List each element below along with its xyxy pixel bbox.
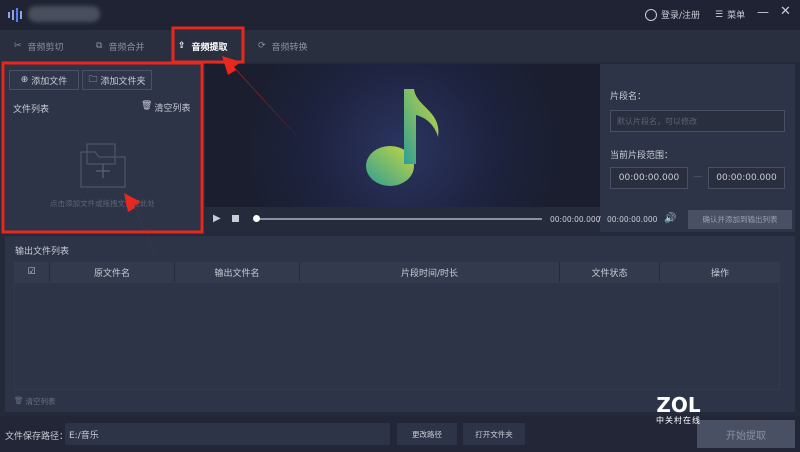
menu-label: 菜单 (727, 11, 746, 21)
tab-label: 音频转换 (271, 42, 308, 53)
progress-slider[interactable] (255, 218, 542, 220)
plus-circle-icon: ⊕ (20, 75, 29, 85)
clear-output-label: 清空列表 (25, 397, 56, 406)
tab-audio-merge[interactable]: ⧉ 音频合并 (96, 30, 144, 62)
tab-audio-convert[interactable]: ⟳ 音频转换 (258, 30, 308, 62)
menu-button[interactable]: ☰ 菜单 (715, 8, 746, 22)
tab-label: 音频剪切 (27, 42, 64, 53)
select-all-checkbox[interactable]: ☑ (14, 262, 50, 282)
add-folder-button[interactable]: 🗀 添加文件夹 (82, 70, 152, 90)
range-label: 当前片段范围： (610, 151, 674, 161)
tab-label: 音频提取 (191, 42, 228, 53)
start-extract-button[interactable]: 开始提取 (697, 420, 795, 448)
change-path-button[interactable]: 更改路径 (397, 423, 457, 445)
add-file-button[interactable]: ⊕ 添加文件 (9, 70, 79, 90)
drop-zone[interactable]: 点击添加文件或拖拽文件至此处 (5, 118, 200, 232)
extract-icon: ⇪ (178, 41, 186, 51)
clear-output-button[interactable]: 🗑 清空列表 (14, 396, 56, 407)
scissors-icon: ✂ (14, 41, 22, 51)
music-note-icon (366, 89, 439, 186)
progress-handle[interactable] (253, 215, 260, 222)
current-time: 00:00:00.000 (550, 215, 601, 224)
folder-icon: 🗀 (88, 75, 98, 85)
path-label: 文件保存路径： (5, 432, 69, 442)
add-folder-label: 添加文件夹 (100, 76, 146, 87)
segment-panel: 片段名： 默认片段名，可以修改 当前片段范围： 00:00:00.000 — 0… (600, 64, 795, 232)
watermark-logo: ZOL (656, 393, 701, 417)
zol-watermark: ZOL 中关村在线 (656, 395, 701, 426)
open-folder-button[interactable]: 打开文件夹 (463, 423, 525, 445)
col-original-name: 原文件名 (50, 262, 175, 282)
tab-audio-extract[interactable]: ⇪ 音频提取 (178, 30, 228, 62)
total-time: 00:00:00.000 (607, 215, 658, 224)
add-file-label: 添加文件 (31, 76, 68, 87)
watermark-sub: 中关村在线 (656, 416, 701, 425)
play-button[interactable]: ▶ (213, 213, 221, 224)
path-input[interactable]: E:/音乐 (65, 423, 390, 445)
table-header: ☑ 原文件名 输出文件名 片段时间/时长 文件状态 操作 (14, 262, 780, 282)
merge-icon: ⧉ (96, 41, 103, 51)
app-title-blurred (28, 6, 100, 22)
tab-label: 音频合并 (108, 42, 145, 53)
range-dash: — (693, 172, 702, 182)
volume-icon[interactable]: 🔊 (664, 213, 676, 224)
col-segment-time: 片段时间/时长 (300, 262, 560, 282)
menu-icon: ☰ (715, 9, 724, 20)
segment-name-label: 片段名： (610, 92, 647, 102)
trash-icon: 🗑 (141, 101, 153, 111)
clear-list-label: 清空列表 (154, 104, 191, 114)
minimize-button[interactable]: — (757, 5, 769, 19)
start-time-input[interactable]: 00:00:00.000 (610, 167, 688, 189)
tab-audio-cut[interactable]: ✂ 音频剪切 (14, 30, 64, 62)
app-logo-icon (8, 7, 26, 23)
user-icon (645, 8, 657, 21)
col-actions: 操作 (710, 268, 729, 279)
table-body (14, 282, 780, 390)
trash-icon: 🗑 (14, 396, 24, 405)
output-title: 输出文件列表 (15, 247, 70, 257)
player-controls: ▶ 00:00:00.000 (205, 207, 600, 232)
stop-button[interactable] (232, 215, 239, 222)
time-separator: / (598, 215, 601, 224)
tab-bar: ✂ 音频剪切 ⧉ 音频合并 ⇪ 音频提取 ⟳ 音频转换 (0, 30, 800, 62)
confirm-add-button[interactable]: 确认并添加到输出列表 (688, 210, 792, 229)
col-output-name: 输出文件名 (175, 262, 300, 282)
col-status: 文件状态 (560, 262, 660, 282)
login-label: 登录/注册 (661, 11, 701, 21)
drop-hint: 点击添加文件或拖拽文件至此处 (50, 199, 155, 208)
login-button[interactable]: 登录/注册 (645, 8, 700, 21)
end-time-input[interactable]: 00:00:00.000 (708, 167, 785, 189)
folder-add-icon (80, 143, 126, 188)
clear-list-button[interactable]: 🗑 清空列表 (141, 101, 190, 114)
preview-area (205, 64, 600, 207)
title-bar: 登录/注册 ☰ 菜单 — ✕ (0, 0, 800, 30)
segment-name-input[interactable]: 默认片段名，可以修改 (610, 110, 785, 132)
file-list-title: 文件列表 (13, 105, 50, 115)
close-button[interactable]: ✕ (780, 4, 791, 19)
convert-icon: ⟳ (258, 41, 266, 51)
file-list-panel: ⊕ 添加文件 🗀 添加文件夹 文件列表 🗑 清空列表 点击添加文件或拖拽文件至此处 (5, 64, 200, 232)
